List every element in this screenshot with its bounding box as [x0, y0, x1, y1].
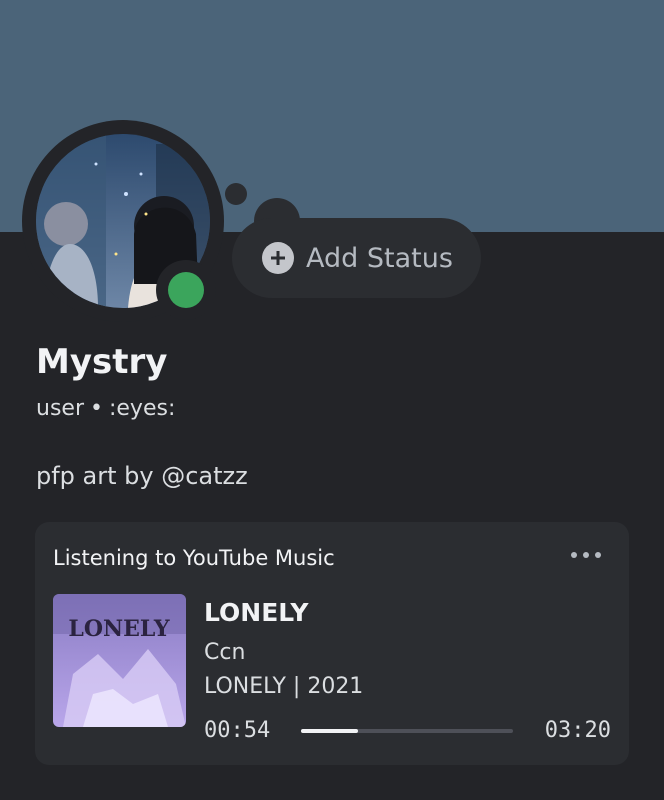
plus-circle-icon — [262, 242, 294, 274]
activity-card: Listening to YouTube Music LONELY LONELY — [35, 522, 629, 765]
track-artist: Ccn — [204, 640, 246, 665]
track-album: LONELY | 2021 — [204, 674, 364, 699]
album-art-lettering: LONELY — [68, 616, 170, 642]
add-status-button[interactable]: Add Status — [232, 218, 481, 298]
progress-bar — [301, 729, 513, 733]
pronouns-text: user — [36, 396, 84, 421]
time-elapsed: 00:54 — [204, 718, 271, 743]
separator: • — [90, 396, 103, 421]
username: Mystry — [36, 342, 168, 382]
custom-emoji-text: :eyes: — [108, 396, 176, 421]
progress-fill — [301, 729, 359, 733]
profile-card: Add Status Mystry user •:eyes: pfp art by… — [0, 0, 664, 800]
album-art[interactable]: LONELY — [53, 594, 186, 727]
thought-bubble-small — [225, 183, 247, 205]
track-title: LONELY — [204, 598, 309, 627]
bio-text: pfp art by @catzz — [36, 462, 248, 490]
add-status-label: Add Status — [306, 242, 453, 274]
time-total: 03:20 — [544, 718, 611, 743]
activity-header: Listening to YouTube Music — [53, 546, 335, 570]
more-horizontal-icon[interactable] — [571, 552, 601, 558]
online-status-indicator — [168, 272, 204, 308]
profile-subtitle: user •:eyes: — [36, 396, 175, 421]
